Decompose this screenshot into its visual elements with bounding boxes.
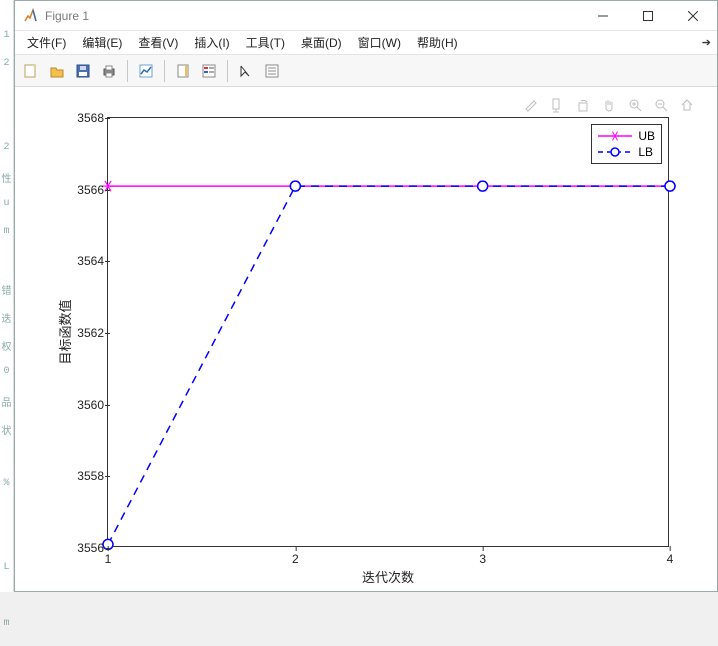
rotate-icon[interactable] — [573, 95, 593, 115]
y-tick-label: 3558 — [60, 469, 104, 483]
insert-legend-button[interactable] — [197, 59, 221, 83]
legend-item: UB — [598, 128, 655, 144]
brush-icon[interactable] — [521, 95, 541, 115]
zoom-out-icon[interactable] — [651, 95, 671, 115]
menu-item[interactable]: 桌面(D) — [293, 31, 350, 54]
x-tick-label: 4 — [667, 552, 674, 566]
minimize-button[interactable] — [580, 1, 625, 31]
toolbar — [15, 55, 717, 87]
maximize-button[interactable] — [625, 1, 670, 31]
menu-item[interactable]: 编辑(E) — [74, 31, 130, 54]
menu-item[interactable]: 帮助(H) — [409, 31, 466, 54]
save-button[interactable] — [71, 59, 95, 83]
y-tick-label: 3556 — [60, 541, 104, 555]
toolbar-separator — [227, 60, 228, 82]
plot-area: 目标函数值 迭代次数 UBLB 355635583560356235643566… — [15, 87, 717, 591]
print-button[interactable] — [97, 59, 121, 83]
home-icon[interactable] — [677, 95, 697, 115]
y-tick-label: 3562 — [60, 326, 104, 340]
window-title: Figure 1 — [45, 9, 580, 23]
zoom-in-icon[interactable] — [625, 95, 645, 115]
legend-label: LB — [638, 145, 653, 159]
close-button[interactable] — [670, 1, 715, 31]
axes-toolbar — [521, 95, 697, 115]
legend-label: UB — [638, 129, 655, 143]
figure-window: Figure 1 文件(F)编辑(E)查看(V)插入(I)工具(T)桌面(D)窗… — [14, 0, 718, 592]
x-tick-label: 2 — [292, 552, 299, 566]
y-tick-label: 3564 — [60, 254, 104, 268]
toolbar-separator — [127, 60, 128, 82]
datatips-icon[interactable] — [547, 95, 567, 115]
pan-icon[interactable] — [599, 95, 619, 115]
window-buttons — [580, 1, 715, 31]
menu-item[interactable]: 文件(F) — [19, 31, 74, 54]
titlebar: Figure 1 — [15, 1, 717, 31]
toolbar-separator — [164, 60, 165, 82]
y-tick-label: 3560 — [60, 398, 104, 412]
x-tick-label: 3 — [479, 552, 486, 566]
menu-item[interactable]: 工具(T) — [238, 31, 293, 54]
matlab-icon — [23, 8, 39, 24]
legend[interactable]: UB LB — [591, 124, 662, 164]
y-tick-label: 3566 — [60, 183, 104, 197]
menubar: 文件(F)编辑(E)查看(V)插入(I)工具(T)桌面(D)窗口(W)帮助(H)… — [15, 31, 717, 55]
legend-item: LB — [598, 144, 655, 160]
property-inspector-button[interactable] — [260, 59, 284, 83]
insert-colorbar-button[interactable] — [171, 59, 195, 83]
y-tick-label: 3568 — [60, 111, 104, 125]
open-button[interactable] — [45, 59, 69, 83]
x-axis-label: 迭代次数 — [362, 567, 414, 586]
edit-plot-button[interactable] — [234, 59, 258, 83]
dock-arrow-icon[interactable]: ➔ — [702, 36, 711, 49]
editor-gutter: 122性um错迭权0品状%Lm — [0, 0, 14, 592]
x-tick-label: 1 — [105, 552, 112, 566]
axes[interactable]: 目标函数值 迭代次数 UBLB 355635583560356235643566… — [107, 117, 669, 547]
menu-item[interactable]: 查看(V) — [130, 31, 186, 54]
menu-item[interactable]: 窗口(W) — [350, 31, 409, 54]
new-figure-button[interactable] — [19, 59, 43, 83]
plot-lines — [108, 118, 668, 546]
link-plot-button[interactable] — [134, 59, 158, 83]
menu-item[interactable]: 插入(I) — [186, 31, 237, 54]
